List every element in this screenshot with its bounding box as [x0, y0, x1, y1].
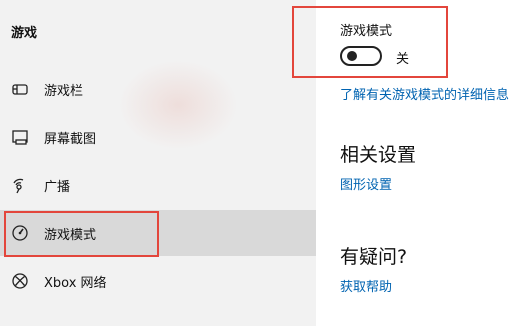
sidebar-item-xbox-network[interactable]: Xbox 网络: [0, 258, 316, 304]
sidebar-item-broadcast[interactable]: 广播: [0, 162, 316, 208]
sidebar-item-label: 广播: [44, 179, 71, 195]
sidebar-item-captures[interactable]: 屏幕截图: [0, 114, 316, 160]
sidebar-item-label: Xbox 网络: [44, 275, 107, 291]
broadcast-icon: [11, 176, 29, 194]
graphics-settings-link[interactable]: 图形设置: [340, 174, 392, 193]
sidebar-item-game-bar[interactable]: 游戏栏: [0, 66, 316, 112]
sidebar-item-label: 屏幕截图: [44, 131, 97, 147]
game-bar-icon: [11, 80, 29, 98]
sidebar: 游戏 游戏栏 屏幕截图 广播 游戏模式 Xbox 网络: [0, 0, 316, 326]
help-heading: 有疑问?: [340, 246, 408, 268]
get-help-link[interactable]: 获取帮助: [340, 276, 392, 295]
learn-more-link[interactable]: 了解有关游戏模式的详细信息: [340, 84, 509, 103]
selection-highlight-box: [4, 211, 159, 257]
settings-window: 游戏 游戏栏 屏幕截图 广播 游戏模式 Xbox 网络 游戏模式 关 了解有关游…: [0, 0, 528, 326]
capture-icon: [11, 128, 29, 146]
sidebar-title: 游戏: [11, 26, 38, 41]
related-settings-heading: 相关设置: [340, 144, 417, 166]
game-mode-highlight-box: [292, 6, 448, 78]
xbox-icon: [11, 272, 29, 290]
sidebar-item-label: 游戏栏: [44, 83, 84, 99]
